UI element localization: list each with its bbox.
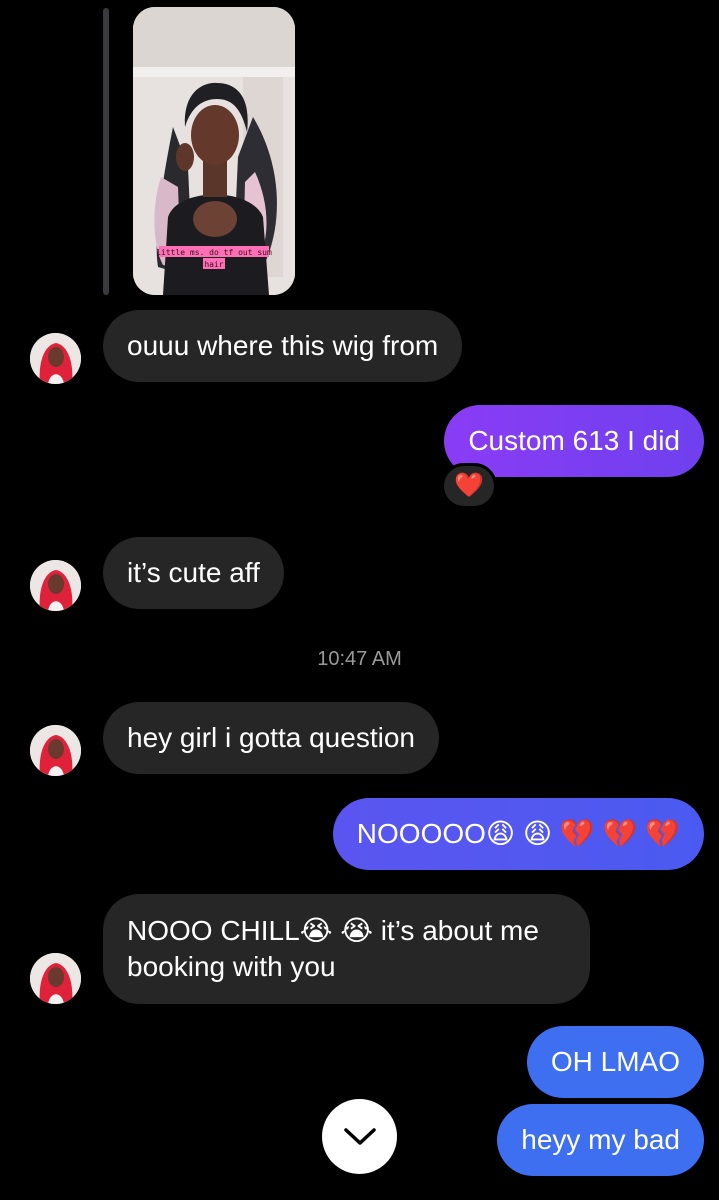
outgoing-message[interactable]: heyy my bad [497, 1104, 704, 1176]
story-reply-thumbnail[interactable]: little ms. do tf out sum hair [133, 7, 295, 295]
reply-indicator-bar [103, 8, 109, 295]
incoming-message[interactable]: hey girl i gotta question [103, 702, 439, 774]
incoming-message[interactable]: ouuu where this wig from [103, 310, 463, 382]
sender-avatar[interactable] [30, 560, 81, 611]
story-caption-line1: little ms. do tf out sum [156, 248, 272, 257]
message-timestamp: 10:47 AM [317, 648, 402, 670]
outgoing-message[interactable]: NOOOOO😩 😩 💔 💔 💔 [332, 798, 704, 870]
outgoing-message[interactable]: OH LMAO [526, 1026, 704, 1098]
incoming-message[interactable]: it’s cute aff [103, 537, 284, 609]
incoming-message[interactable]: NOOO CHILL😭 😭 it’s about me booking with… [103, 894, 590, 1004]
avatar-image [30, 333, 81, 384]
chevron-down-icon [343, 1127, 376, 1145]
story-caption-line2: hair [204, 260, 223, 269]
sender-avatar[interactable] [30, 333, 81, 384]
sender-avatar[interactable] [30, 725, 81, 776]
heart-emoji-icon[interactable]: ❤️ [441, 463, 497, 509]
avatar-image [30, 560, 81, 611]
story-image: little ms. do tf out sum hair [133, 7, 295, 295]
scroll-to-bottom-button[interactable] [322, 1099, 397, 1174]
avatar-image [30, 953, 81, 1004]
sender-avatar[interactable] [30, 953, 81, 1004]
avatar-image [30, 725, 81, 776]
